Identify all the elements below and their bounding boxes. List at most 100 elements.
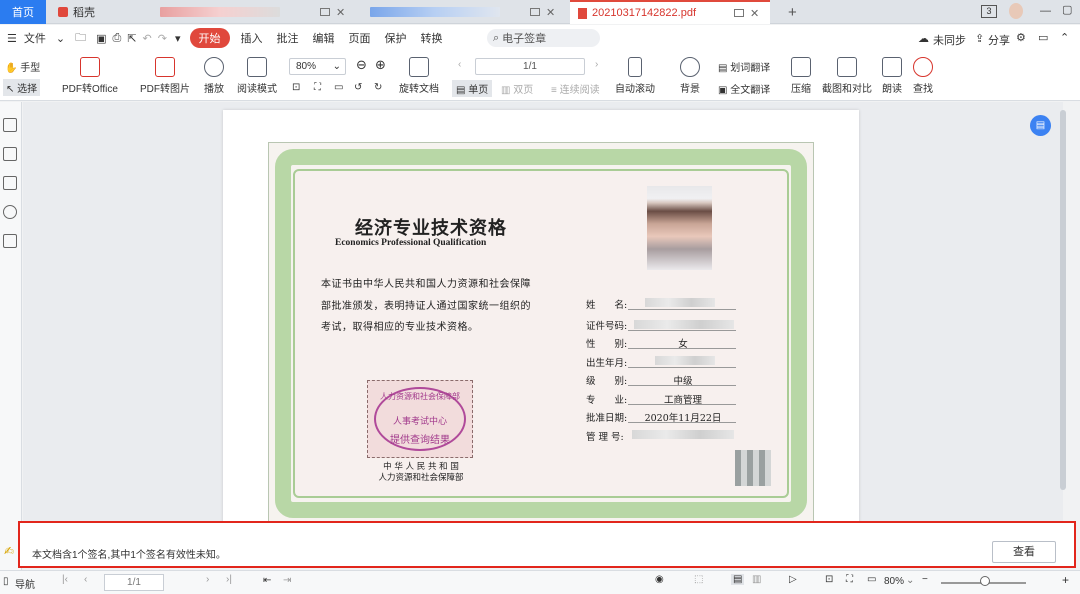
window-count-badge[interactable]: 3 (981, 5, 997, 18)
close-icon[interactable]: ✕ (336, 6, 345, 19)
comment-icon[interactable]: ▭ (1038, 31, 1048, 44)
minimize-icon[interactable]: — (1040, 5, 1051, 17)
page-number-input[interactable]: 1/1 (104, 574, 164, 591)
rotate-left-icon[interactable]: ↺ (354, 82, 362, 93)
fit-page-icon[interactable]: ⛶ (314, 82, 321, 93)
bookmark-icon[interactable] (3, 118, 17, 132)
background-button[interactable]: 背景 (680, 57, 700, 95)
share-label[interactable]: 分享 (988, 32, 1010, 48)
read-aloud-label: 朗读 (882, 84, 902, 95)
eye-icon[interactable]: ◉ (655, 574, 664, 585)
tab-daoke[interactable]: 稻壳 (50, 0, 150, 24)
save-icon[interactable]: ▣ (93, 32, 109, 45)
back-icon[interactable]: ⇤ (263, 575, 271, 586)
fit-icon[interactable]: ⬚ (694, 574, 703, 585)
avatar[interactable] (1009, 3, 1023, 19)
select-tool[interactable]: ↖ 选择 (3, 79, 41, 96)
play-button[interactable]: 播放 (204, 57, 224, 95)
zoom-slider-handle[interactable] (980, 576, 990, 586)
open-folder-icon[interactable]: 🗀 (68, 29, 93, 48)
double-page-button[interactable]: ▥ 双页 (501, 81, 533, 96)
rotate-document-button[interactable]: 旋转文档 (399, 57, 439, 95)
actual-size-icon[interactable]: ⊡ (825, 574, 833, 585)
floating-tool-button[interactable]: ▤ (1030, 115, 1051, 136)
tab-blurred-2[interactable]: ✕ (362, 0, 567, 24)
unsync-label[interactable]: 未同步 (933, 32, 966, 48)
next-page-icon[interactable]: › (206, 574, 209, 585)
fit-width-icon[interactable]: ▭ (334, 82, 343, 93)
close-icon[interactable]: ✕ (546, 6, 555, 19)
pdf-to-office-button[interactable]: PDF转Office (62, 57, 118, 95)
tab-pdf[interactable]: 20210317142822.pdf ✕ (570, 0, 770, 24)
hamburger-icon[interactable]: ☰ (0, 32, 24, 45)
forward-icon[interactable]: ⇥ (283, 575, 291, 586)
menu-convert[interactable]: 转换 (414, 30, 450, 46)
undo-icon[interactable]: ↶ (140, 32, 155, 45)
compress-button[interactable]: 压缩 (791, 57, 811, 95)
actual-size-icon[interactable]: ⊡ (292, 82, 300, 93)
zoom-level[interactable]: 80% (884, 576, 904, 587)
continuous-button[interactable]: ≡ 连续阅读 (551, 81, 600, 96)
navigation-icon[interactable]: ▯ (3, 576, 9, 587)
chevron-down-icon[interactable]: ⌄ (53, 32, 68, 45)
next-page-icon[interactable]: › (595, 59, 598, 70)
prev-page-icon[interactable]: ‹ (458, 59, 461, 70)
rotate-right-icon[interactable]: ↻ (374, 82, 382, 93)
autoscroll-button[interactable]: 自动滚动 (615, 57, 655, 95)
menu-page[interactable]: 页面 (342, 30, 378, 46)
full-translate-button[interactable]: ▣ 全文翻译 (718, 81, 770, 96)
print-icon[interactable]: ⎙ (110, 32, 125, 45)
menu-annotate[interactable]: 批注 (270, 30, 306, 46)
pdf-to-image-button[interactable]: PDF转图片 (140, 57, 190, 95)
maximize-icon[interactable]: ▢ (1062, 3, 1072, 16)
more-icon[interactable]: ⌃ (1060, 31, 1069, 44)
menu-start[interactable]: 开始 (189, 28, 230, 48)
menu-edit[interactable]: 编辑 (306, 30, 342, 46)
zoom-out-icon[interactable]: ⊖ (356, 57, 367, 73)
navigation-label[interactable]: 导航 (15, 576, 35, 591)
vertical-scrollbar[interactable] (1060, 110, 1066, 490)
page-number-input[interactable]: 1/1 (475, 58, 585, 75)
new-tab-button[interactable]: + (780, 0, 805, 24)
redo-icon[interactable]: ↷ (155, 32, 170, 45)
sync-icon[interactable]: ☁ (918, 32, 929, 45)
dropdown-icon[interactable]: ▾ (170, 32, 186, 45)
first-page-icon[interactable]: |‹ (62, 574, 68, 585)
read-aloud-button[interactable]: 朗读 (882, 57, 902, 95)
thumbnail-icon[interactable] (3, 147, 17, 161)
find-button[interactable]: 查找 (913, 57, 933, 95)
word-translate-button[interactable]: ▤ 划词翻译 (718, 59, 770, 74)
double-view-icon[interactable]: ▥ (752, 574, 761, 585)
zoom-in-icon[interactable]: ⊕ (375, 57, 386, 73)
menu-insert[interactable]: 插入 (234, 30, 270, 46)
last-page-icon[interactable]: ›| (226, 574, 232, 585)
zoom-select[interactable]: 80% ⌄ (289, 58, 346, 75)
view-signature-button[interactable]: 查看 (992, 541, 1056, 563)
search-input[interactable]: ⌕ 电子签章 (487, 29, 600, 47)
screenshot-compare-button[interactable]: 截图和对比 (822, 57, 872, 95)
menu-protect[interactable]: 保护 (378, 30, 414, 46)
tab-home[interactable]: 首页 (0, 0, 46, 24)
single-view-icon[interactable]: ▤ (731, 574, 745, 585)
export-icon[interactable]: ⇱ (124, 32, 139, 45)
close-icon[interactable]: ✕ (750, 7, 759, 20)
comment-icon[interactable] (3, 176, 17, 190)
hand-tool[interactable]: ✋ 手型 (5, 59, 40, 74)
prev-page-icon[interactable]: ‹ (84, 574, 87, 585)
settings-icon[interactable]: ⚙ (1016, 31, 1026, 44)
share-icon[interactable]: ⇪ (975, 32, 984, 45)
zoom-dropdown-icon[interactable]: ⌄ (906, 575, 914, 586)
zoom-in-icon[interactable]: + (1062, 573, 1069, 587)
play-icon[interactable]: ▷ (789, 574, 797, 585)
signature-icon[interactable] (3, 234, 17, 248)
full-translate-label: 全文翻译 (730, 85, 771, 96)
single-page-button[interactable]: ▤ 单页 (452, 80, 493, 97)
blurred-tab-title (370, 7, 500, 17)
tab-blurred-1[interactable]: ✕ (152, 0, 357, 24)
read-mode-button[interactable]: 阅读模式 (237, 57, 277, 95)
attachment-icon[interactable] (3, 205, 17, 219)
fit-width-icon[interactable]: ▭ (867, 574, 876, 585)
fit-page-icon[interactable]: ⛶ (846, 574, 853, 585)
menu-file[interactable]: 文件 (24, 30, 53, 46)
zoom-out-icon[interactable]: − (922, 574, 928, 585)
